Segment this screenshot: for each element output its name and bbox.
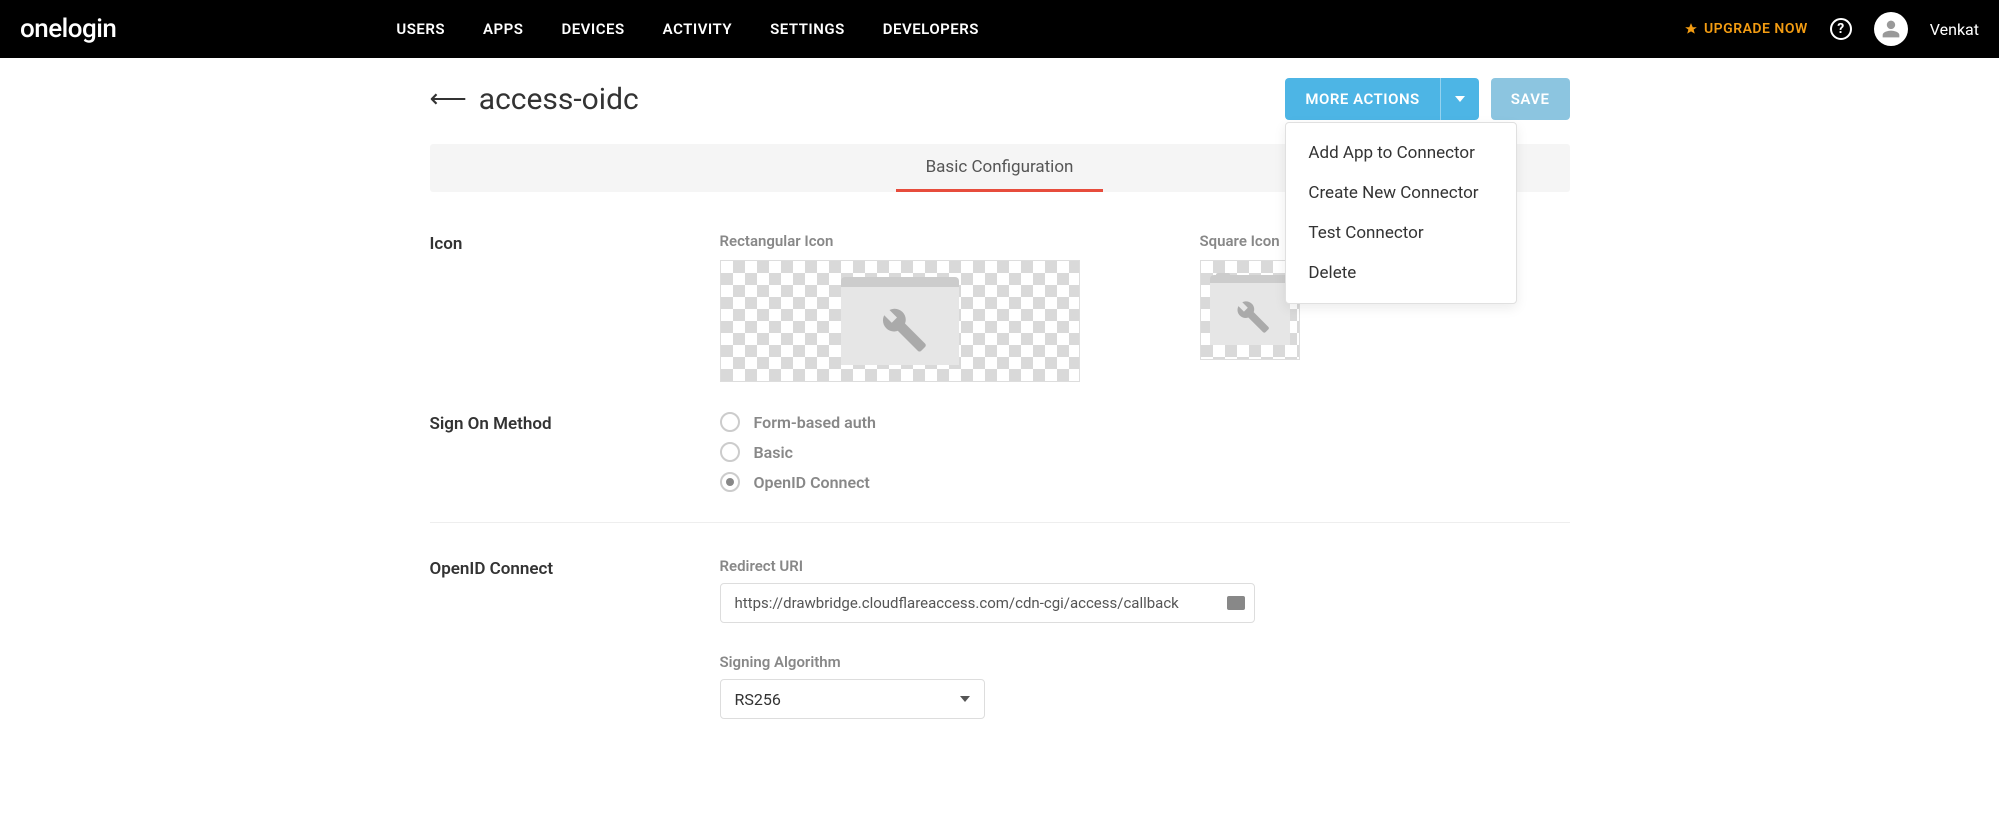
placeholder-app-icon-small [1210,275,1290,345]
wrench-icon [870,296,930,356]
radio-input[interactable] [720,472,740,492]
rocket-icon [1684,22,1698,36]
upgrade-link[interactable]: UPGRADE NOW [1684,21,1808,37]
placeholder-app-icon [841,277,959,365]
signing-algorithm-select[interactable]: RS256 [720,679,985,719]
brand-logo: onelogin [20,14,116,44]
section-sign-on: Sign On Method Form-based auth Basic Ope… [430,412,1570,492]
help-icon[interactable]: ? [1830,18,1852,40]
page-title: access-oidc [479,82,639,117]
section-oidc: OpenID Connect Redirect URI Signing Algo… [430,557,1570,719]
chevron-down-icon [1455,96,1465,102]
nav-users[interactable]: USERS [396,20,445,38]
sign-on-radio-list: Form-based auth Basic OpenID Connect [720,412,1570,492]
signing-algorithm-value: RS256 [735,690,781,709]
nav-activity[interactable]: ACTIVITY [663,20,732,38]
top-bar: onelogin USERS APPS DEVICES ACTIVITY SET… [0,0,1999,58]
radio-openid-connect[interactable]: OpenID Connect [720,472,1570,492]
redirect-uri-wrap [720,583,1255,623]
more-actions-button[interactable]: MORE ACTIONS [1285,78,1478,120]
main-nav: USERS APPS DEVICES ACTIVITY SETTINGS DEV… [396,20,979,38]
nav-developers[interactable]: DEVELOPERS [883,20,979,38]
more-actions-caret[interactable] [1440,78,1479,120]
page-container: ⟵ access-oidc MORE ACTIONS SAVE Add App … [430,58,1570,719]
upgrade-label: UPGRADE NOW [1704,21,1808,37]
section-sign-on-heading: Sign On Method [430,412,720,492]
header-actions: MORE ACTIONS SAVE Add App to Connector C… [1285,78,1569,120]
wrench-icon [1228,292,1272,336]
radio-label: Basic [754,443,793,462]
topbar-right: UPGRADE NOW ? Venkat [1684,12,1979,46]
nav-devices[interactable]: DEVICES [561,20,624,38]
rectangular-icon-group: Rectangular Icon [720,232,1080,382]
section-oidc-heading: OpenID Connect [430,557,720,719]
more-actions-dropdown: Add App to Connector Create New Connecto… [1285,122,1517,304]
back-arrow-icon[interactable]: ⟵ [430,84,467,114]
radio-form-based[interactable]: Form-based auth [720,412,1570,432]
dropdown-create-connector[interactable]: Create New Connector [1286,173,1516,213]
radio-basic[interactable]: Basic [720,442,1570,462]
dropdown-test-connector[interactable]: Test Connector [1286,213,1516,253]
avatar[interactable] [1874,12,1908,46]
radio-label: Form-based auth [754,413,876,432]
radio-label: OpenID Connect [754,473,870,492]
dropdown-delete[interactable]: Delete [1286,253,1516,293]
redirect-uri-input[interactable] [720,583,1255,623]
nav-settings[interactable]: SETTINGS [770,20,845,38]
tab-basic-configuration[interactable]: Basic Configuration [896,157,1104,192]
rectangular-icon-upload[interactable] [720,260,1080,382]
radio-input[interactable] [720,412,740,432]
more-actions-label: MORE ACTIONS [1285,78,1439,120]
rectangular-icon-label: Rectangular Icon [720,232,1080,250]
redirect-uri-label: Redirect URI [720,557,1570,575]
dropdown-add-app[interactable]: Add App to Connector [1286,133,1516,173]
divider [430,522,1570,523]
page-header: ⟵ access-oidc MORE ACTIONS SAVE Add App … [430,78,1570,120]
signing-algorithm-label: Signing Algorithm [720,653,1570,671]
contact-card-icon[interactable] [1227,596,1245,610]
save-button[interactable]: SAVE [1491,78,1570,120]
chevron-down-icon [960,696,970,702]
nav-apps[interactable]: APPS [483,20,523,38]
username[interactable]: Venkat [1930,20,1979,39]
user-icon [1881,19,1901,39]
section-icon-heading: Icon [430,232,720,382]
radio-input[interactable] [720,442,740,462]
